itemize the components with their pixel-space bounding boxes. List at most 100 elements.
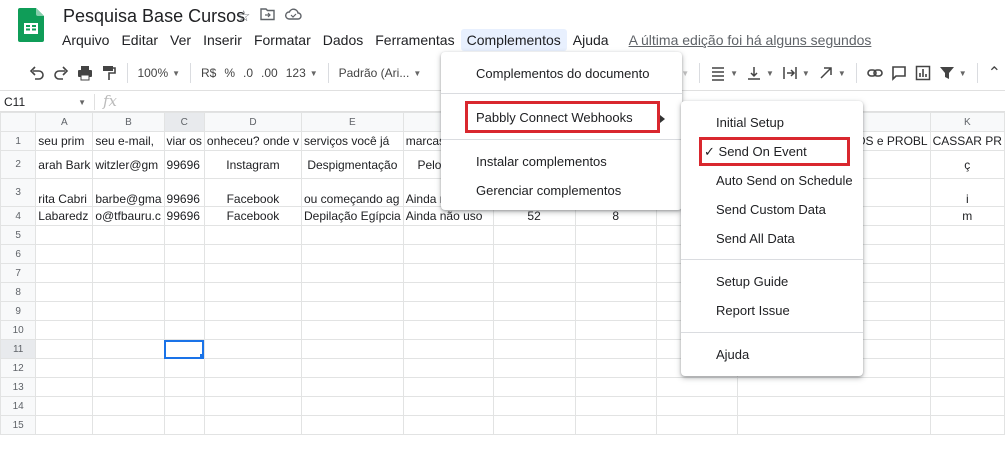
cell[interactable] bbox=[300, 282, 404, 302]
cell[interactable] bbox=[163, 225, 205, 245]
cell[interactable] bbox=[929, 263, 1005, 283]
cell[interactable] bbox=[929, 320, 1005, 340]
cell[interactable] bbox=[163, 396, 205, 416]
cell[interactable] bbox=[92, 301, 165, 321]
row-header[interactable]: 4 bbox=[0, 206, 37, 226]
cell[interactable] bbox=[163, 377, 205, 397]
menu-item-report-issue[interactable]: Report Issue bbox=[716, 303, 790, 318]
cell[interactable] bbox=[402, 225, 494, 245]
more-options-icon[interactable]: ⌃ bbox=[984, 61, 1005, 85]
menu-item-ajuda[interactable]: Ajuda bbox=[716, 347, 749, 362]
cell[interactable]: Facebook bbox=[203, 206, 302, 226]
cell[interactable]: barbe@gma bbox=[92, 178, 165, 207]
row-header[interactable]: 6 bbox=[0, 244, 37, 264]
cell[interactable] bbox=[300, 358, 404, 378]
cell[interactable] bbox=[492, 339, 576, 359]
cell[interactable] bbox=[203, 396, 302, 416]
cell[interactable] bbox=[736, 377, 931, 397]
cell[interactable] bbox=[35, 301, 94, 321]
cell[interactable] bbox=[203, 301, 302, 321]
menu-ver[interactable]: Ver bbox=[164, 29, 197, 51]
cell[interactable] bbox=[35, 263, 94, 283]
cell[interactable] bbox=[300, 301, 404, 321]
cell[interactable] bbox=[163, 263, 205, 283]
cell[interactable] bbox=[203, 263, 302, 283]
cell[interactable] bbox=[35, 415, 94, 435]
cell[interactable]: o@tfbauru.c bbox=[92, 206, 165, 226]
cell[interactable]: Facebook bbox=[203, 178, 302, 207]
cell[interactable] bbox=[929, 301, 1005, 321]
select-all-corner[interactable] bbox=[0, 112, 37, 132]
cell[interactable] bbox=[35, 396, 94, 416]
row-header[interactable]: 12 bbox=[0, 358, 37, 378]
filter-icon[interactable]: ▼ bbox=[935, 61, 971, 85]
cell[interactable] bbox=[402, 377, 494, 397]
cell[interactable] bbox=[655, 396, 738, 416]
cell[interactable] bbox=[300, 244, 404, 264]
menu-item-gerenciar-complementos[interactable]: Gerenciar complementos bbox=[476, 183, 621, 198]
menu-editar[interactable]: Editar bbox=[115, 29, 164, 51]
menu-dados[interactable]: Dados bbox=[317, 29, 369, 51]
cell[interactable]: 99696 bbox=[163, 150, 205, 179]
cell[interactable] bbox=[300, 415, 404, 435]
cell[interactable] bbox=[92, 377, 165, 397]
cell[interactable] bbox=[35, 244, 94, 264]
cell[interactable] bbox=[92, 396, 165, 416]
cell[interactable]: witzler@gm bbox=[92, 150, 165, 179]
undo-icon[interactable] bbox=[25, 61, 49, 85]
cell[interactable] bbox=[492, 244, 576, 264]
cell[interactable] bbox=[492, 358, 576, 378]
column-header[interactable]: C bbox=[163, 112, 205, 132]
cell[interactable]: serviços você já bbox=[300, 131, 404, 151]
cell[interactable] bbox=[35, 358, 94, 378]
cell[interactable] bbox=[92, 358, 165, 378]
menu-inserir[interactable]: Inserir bbox=[197, 29, 248, 51]
row-header[interactable]: 1 bbox=[0, 131, 37, 151]
column-header[interactable]: A bbox=[35, 112, 94, 132]
document-title[interactable]: Pesquisa Base Cursos bbox=[63, 6, 245, 27]
cell[interactable] bbox=[929, 244, 1005, 264]
row-header[interactable]: 2 bbox=[0, 150, 37, 179]
cell[interactable] bbox=[574, 339, 657, 359]
cell[interactable] bbox=[402, 396, 494, 416]
percent-format-button[interactable]: % bbox=[220, 61, 239, 85]
cell[interactable] bbox=[163, 282, 205, 302]
cell[interactable] bbox=[203, 244, 302, 264]
cell[interactable] bbox=[402, 415, 494, 435]
cell[interactable] bbox=[203, 358, 302, 378]
cell[interactable] bbox=[574, 396, 657, 416]
cell[interactable] bbox=[929, 396, 1005, 416]
cell[interactable] bbox=[929, 415, 1005, 435]
horizontal-align-icon[interactable]: ▼ bbox=[706, 61, 742, 85]
cell[interactable] bbox=[574, 244, 657, 264]
cell[interactable]: seu e-mail, bbox=[92, 131, 165, 151]
cell[interactable] bbox=[492, 320, 576, 340]
cell[interactable] bbox=[402, 339, 494, 359]
cell[interactable] bbox=[736, 415, 931, 435]
cell[interactable] bbox=[574, 263, 657, 283]
star-icon[interactable]: ☆ bbox=[237, 7, 250, 25]
cell[interactable]: Despigmentação bbox=[300, 150, 404, 179]
row-header[interactable]: 14 bbox=[0, 396, 37, 416]
redo-icon[interactable] bbox=[49, 61, 73, 85]
text-rotation-icon[interactable]: ▼ bbox=[814, 61, 850, 85]
cell[interactable]: Instagram bbox=[203, 150, 302, 179]
cell[interactable] bbox=[574, 225, 657, 245]
column-header[interactable]: K bbox=[929, 112, 1005, 132]
text-wrapping-icon[interactable]: ▼ bbox=[778, 61, 814, 85]
cell[interactable] bbox=[92, 339, 165, 359]
cell[interactable]: arah Bark bbox=[35, 150, 94, 179]
cell[interactable] bbox=[574, 282, 657, 302]
cell[interactable] bbox=[929, 282, 1005, 302]
cell[interactable]: 99696 bbox=[163, 206, 205, 226]
cell[interactable] bbox=[492, 225, 576, 245]
cell[interactable] bbox=[163, 320, 205, 340]
cell[interactable]: i bbox=[929, 178, 1005, 207]
cell[interactable] bbox=[203, 377, 302, 397]
paint-format-icon[interactable] bbox=[97, 61, 121, 85]
row-header[interactable]: 15 bbox=[0, 415, 37, 435]
sheets-logo-icon[interactable] bbox=[18, 8, 44, 42]
cell[interactable]: CASSAR PR bbox=[929, 131, 1005, 151]
cell[interactable]: rita Cabri bbox=[35, 178, 94, 207]
menu-formatar[interactable]: Formatar bbox=[248, 29, 317, 51]
